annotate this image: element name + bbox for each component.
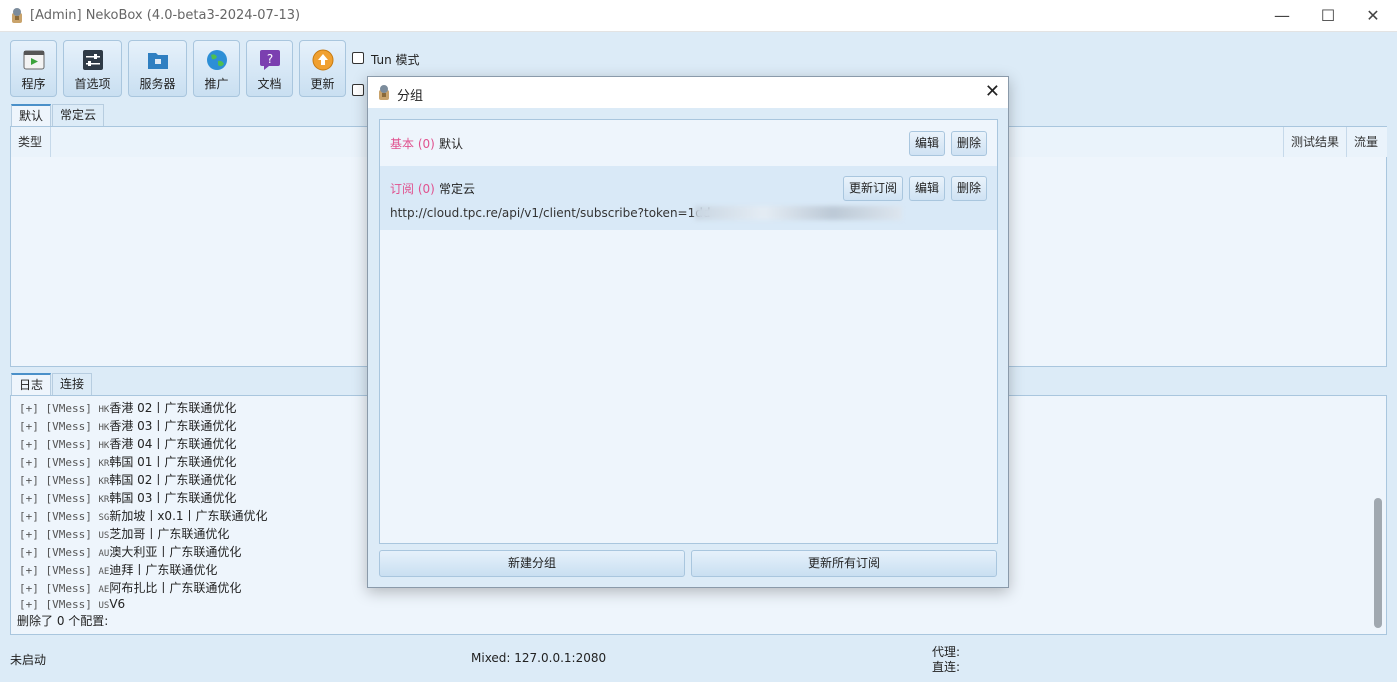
log-line: [+] [VMess] KR韩国 02丨广东联通优化 xyxy=(19,473,237,487)
group-item-default[interactable]: 基本 (0) 默认 编辑 删除 xyxy=(380,120,997,164)
update-all-subscriptions-button[interactable]: 更新所有订阅 xyxy=(691,550,997,577)
neko-app-icon xyxy=(12,8,22,23)
log-line: [+] [VMess] KR韩国 03丨广东联通优化 xyxy=(19,491,237,505)
help-icon: ? xyxy=(259,50,280,70)
group-dialog: 分组 ✕ 基本 (0) 默认 编辑 删除 订阅 (0) 常定云 更新订阅 编辑 … xyxy=(367,76,1009,588)
log-line: [+] [VMess] HK香港 03丨广东联通优化 xyxy=(19,419,237,433)
update-subscription-button[interactable]: 更新订阅 xyxy=(843,176,904,201)
delete-group-button[interactable]: 删除 xyxy=(951,176,988,201)
preferences-button[interactable]: 首选项 xyxy=(63,40,122,97)
dialog-close-icon[interactable]: ✕ xyxy=(985,81,1000,102)
subscription-url: http://cloud.tpc.re/api/v1/client/subscr… xyxy=(390,206,711,220)
status-state: 未启动 xyxy=(10,653,47,667)
tab-subscription-group[interactable]: 常定云 xyxy=(52,104,105,126)
log-line: [+] [VMess] HK香港 04丨广东联通优化 xyxy=(19,437,237,451)
column-header-traffic[interactable]: 流量 xyxy=(1347,127,1387,157)
edit-group-button[interactable]: 编辑 xyxy=(909,176,946,201)
log-line: [+] [VMess] USV6 xyxy=(19,597,126,611)
group-name: 常定云 xyxy=(439,182,476,196)
tun-mode-checkbox[interactable] xyxy=(352,52,364,64)
log-line: [+] [VMess] KR韩国 01丨广东联通优化 xyxy=(19,455,237,469)
server-button[interactable]: 服务器 xyxy=(128,40,187,97)
sliders-icon xyxy=(82,50,103,70)
tab-connections[interactable]: 连接 xyxy=(52,373,93,395)
log-scrollbar-thumb[interactable] xyxy=(1374,498,1382,628)
group-list: 基本 (0) 默认 编辑 删除 订阅 (0) 常定云 更新订阅 编辑 删除 ht… xyxy=(379,119,998,544)
log-line: [+] [VMess] AE阿布扎比丨广东联通优化 xyxy=(19,581,242,595)
group-type-label: 基本 (0) xyxy=(390,137,435,151)
window-title: [Admin] NekoBox (4.0-beta3-2024-07-13) xyxy=(30,8,301,23)
column-header-type[interactable]: 类型 xyxy=(11,127,51,157)
log-line: [+] [VMess] SG新加坡丨x0.1丨广东联通优化 xyxy=(19,509,268,523)
minimize-button[interactable]: — xyxy=(1259,0,1305,31)
update-button[interactable]: 更新 xyxy=(299,40,346,97)
update-icon xyxy=(312,49,333,71)
neko-app-icon xyxy=(379,85,389,100)
server-icon xyxy=(147,53,168,69)
redacted-token-blur xyxy=(695,206,902,220)
status-direct: 直连: xyxy=(932,660,961,674)
title-bar: [Admin] NekoBox (4.0-beta3-2024-07-13) —… xyxy=(0,0,1397,32)
svg-text:?: ? xyxy=(266,52,272,66)
dialog-title: 分组 xyxy=(397,89,424,104)
terminal-icon xyxy=(23,50,44,70)
promote-button[interactable]: 推广 xyxy=(193,40,240,97)
log-line: [+] [VMess] HK香港 02丨广东联通优化 xyxy=(19,401,237,415)
edit-group-button[interactable]: 编辑 xyxy=(909,131,946,156)
docs-button[interactable]: ? 文档 xyxy=(246,40,293,97)
log-line: [+] [VMess] US芝加哥丨广东联通优化 xyxy=(19,527,230,541)
delete-group-button[interactable]: 删除 xyxy=(951,131,988,156)
tab-default-group[interactable]: 默认 xyxy=(11,104,52,126)
log-line: [+] [VMess] AU澳大利亚丨广东联通优化 xyxy=(19,545,242,559)
group-name: 默认 xyxy=(439,137,464,151)
log-line: [+] [VMess] AE迪拜丨广东联通优化 xyxy=(19,563,218,577)
new-group-button[interactable]: 新建分组 xyxy=(379,550,685,577)
group-item-subscription[interactable]: 订阅 (0) 常定云 更新订阅 编辑 删除 http://cloud.tpc.r… xyxy=(380,166,997,230)
program-button[interactable]: 程序 xyxy=(10,40,57,97)
column-header-test-result[interactable]: 测试结果 xyxy=(1284,127,1347,157)
group-type-label: 订阅 (0) xyxy=(390,182,435,196)
maximize-button[interactable]: ☐ xyxy=(1305,0,1351,31)
second-checkbox[interactable] xyxy=(352,84,364,96)
tun-mode-label: Tun 模式 xyxy=(371,53,420,67)
close-window-button[interactable]: ✕ xyxy=(1350,0,1396,31)
status-mixed-port: Mixed: 127.0.0.1:2080 xyxy=(471,651,607,665)
dialog-title-bar: 分组 ✕ xyxy=(368,77,1008,108)
globe-icon xyxy=(206,50,227,70)
tab-log[interactable]: 日志 xyxy=(11,373,52,395)
log-footer-line: 删除了 0 个配置: xyxy=(17,614,109,628)
